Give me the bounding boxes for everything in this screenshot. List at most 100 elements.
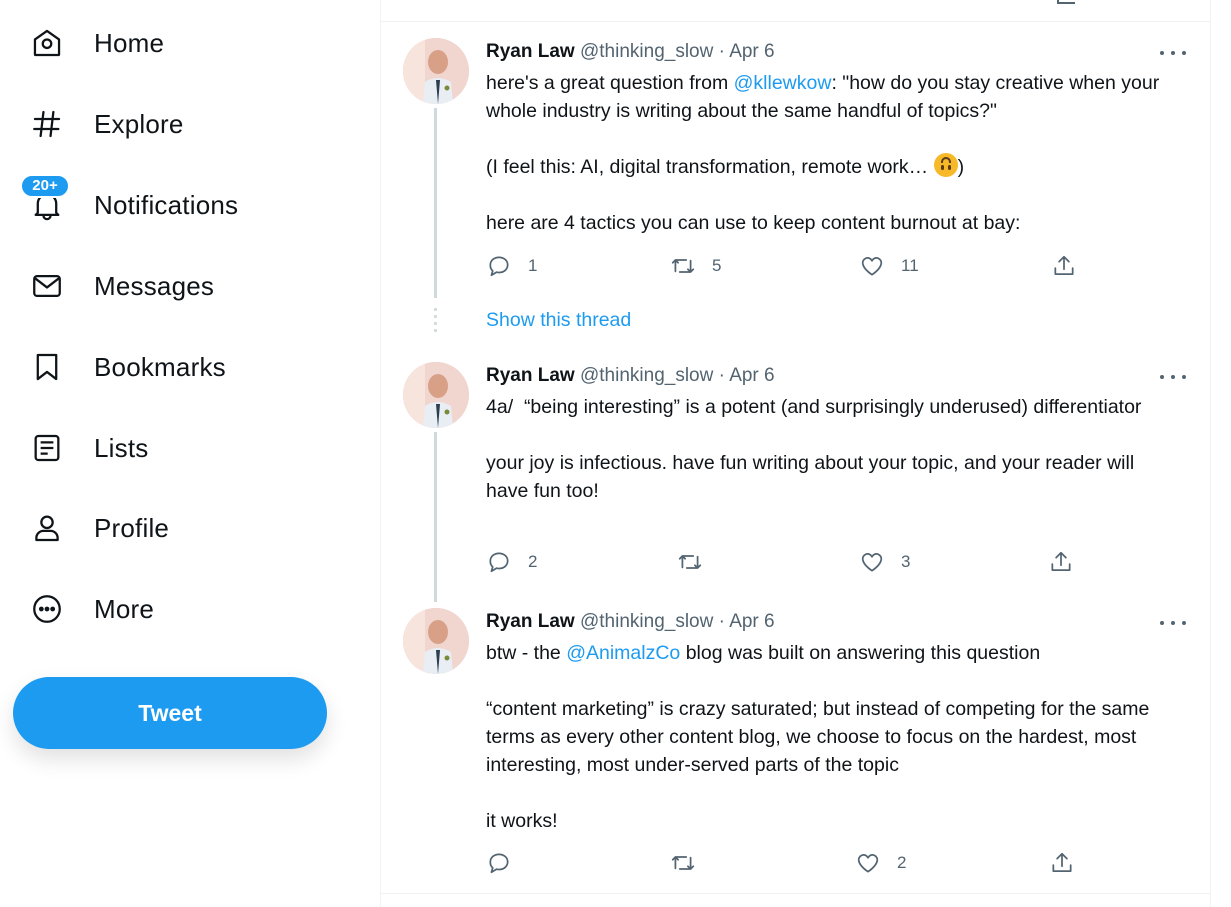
like-count: 11 — [901, 256, 919, 275]
tweet-actions: 1 5 11 — [486, 253, 1086, 279]
avatar[interactable] — [403, 608, 469, 674]
tweet-text: btw - the @AnimalzCo blog was built on a… — [486, 639, 1176, 835]
sidebar-item-messages[interactable]: Messages — [20, 258, 320, 314]
timeline-feed: Ryan Law @thinking_slow · Apr 6 here's a… — [380, 0, 1211, 907]
retweet-button[interactable] — [677, 549, 719, 575]
reply-button[interactable] — [486, 850, 528, 876]
sidebar-item-lists[interactable]: Lists — [20, 420, 320, 476]
reply-icon — [489, 256, 509, 277]
text-fragment: (I feel this: AI, digital transformation… — [486, 156, 934, 178]
tweet-paragraph: it works! — [486, 810, 558, 832]
tweet-paragraph: your joy is infectious. have fun writing… — [486, 452, 1140, 502]
like-count: 2 — [897, 853, 907, 872]
reply-count: 2 — [528, 552, 538, 571]
sidebar-item-label: Messages — [94, 271, 215, 301]
sidebar-item-bookmarks[interactable]: Bookmarks — [20, 339, 320, 395]
like-count: 3 — [901, 552, 911, 571]
tweet-header: Ryan Law @thinking_slow · Apr 6 — [486, 39, 775, 65]
like-button[interactable]: 11 — [859, 253, 919, 279]
sidebar-item-label: Bookmarks — [94, 352, 226, 382]
tweet-actions: 2 — [486, 850, 1086, 876]
divider — [381, 21, 1210, 22]
share-icon-partial — [1057, 0, 1075, 4]
retweet-button[interactable]: 5 — [670, 253, 721, 279]
tweet-header: Ryan Law @thinking_slow · Apr 6 — [486, 609, 775, 635]
tweet-date[interactable]: Apr 6 — [729, 611, 774, 632]
heart-icon — [861, 257, 883, 276]
divider — [381, 893, 1210, 894]
tweet-date[interactable]: Apr 6 — [729, 41, 774, 62]
reply-button[interactable]: 2 — [486, 549, 537, 575]
share-button[interactable] — [1051, 253, 1077, 279]
home-icon — [30, 26, 64, 60]
text-fragment: blog was built on answering this questio… — [680, 642, 1041, 664]
text-fragment: btw - the — [486, 642, 567, 664]
thread-connector — [434, 432, 437, 602]
sidebar-item-home[interactable]: Home — [20, 15, 320, 71]
separator: · — [718, 365, 725, 386]
tweet-paragraph: (I feel this: AI, digital transformation… — [486, 153, 1176, 181]
tweet-date[interactable]: Apr 6 — [729, 365, 774, 386]
more-options-icon[interactable] — [1160, 372, 1186, 382]
tweet-button[interactable]: Tweet — [13, 677, 327, 749]
retweet-icon — [671, 856, 695, 870]
envelope-icon — [30, 269, 64, 303]
reply-icon — [489, 853, 509, 874]
tweet-text: 4a/ “being interesting” is a potent (and… — [486, 393, 1176, 505]
sidebar-nav: Home Explore 20+ Notifications Messages — [0, 0, 380, 907]
author-handle[interactable]: @thinking_slow — [580, 41, 713, 62]
hashtag-icon — [30, 107, 64, 141]
reply-icon — [489, 552, 509, 573]
sidebar-item-label: Home — [94, 28, 165, 58]
share-icon — [1054, 255, 1074, 275]
author-handle[interactable]: @thinking_slow — [580, 611, 713, 632]
person-icon — [30, 511, 64, 545]
sidebar-item-profile[interactable]: Profile — [20, 500, 320, 556]
tweet-paragraph: 4a/ “being interesting” is a potent (and… — [486, 396, 1142, 418]
twitter-app: Home Explore 20+ Notifications Messages — [0, 0, 1231, 907]
thread-connector — [434, 108, 437, 298]
mention-link[interactable]: @kllewkow — [734, 72, 832, 94]
separator: · — [718, 611, 725, 632]
retweet-icon — [671, 259, 695, 273]
author-name[interactable]: Ryan Law — [486, 365, 575, 386]
tweet-paragraph: here are 4 tactics you can use to keep c… — [486, 212, 1021, 234]
author-name[interactable]: Ryan Law — [486, 611, 575, 632]
retweet-button[interactable] — [670, 850, 712, 876]
sidebar-item-label: Explore — [94, 109, 184, 139]
mention-link[interactable]: @AnimalzCo — [566, 642, 680, 664]
heart-icon — [861, 553, 883, 572]
author-name[interactable]: Ryan Law — [486, 41, 575, 62]
like-button[interactable]: 2 — [855, 850, 906, 876]
reply-count: 1 — [528, 256, 538, 275]
more-circle-icon — [30, 592, 64, 626]
sidebar-item-label: Profile — [94, 513, 170, 543]
share-button[interactable] — [1049, 850, 1075, 876]
tweet-paragraph: btw - the @AnimalzCo blog was built on a… — [486, 639, 1176, 667]
share-icon — [1051, 551, 1071, 571]
list-icon — [30, 431, 64, 465]
bookmark-icon — [30, 350, 64, 384]
author-handle[interactable]: @thinking_slow — [580, 365, 713, 386]
sidebar-item-more[interactable]: More — [20, 581, 320, 637]
avatar[interactable] — [403, 38, 469, 104]
sidebar-item-explore[interactable]: Explore — [20, 96, 320, 152]
like-button[interactable]: 3 — [859, 549, 910, 575]
sidebar-item-notifications[interactable]: 20+ Notifications — [20, 174, 320, 233]
more-options-icon[interactable] — [1160, 48, 1186, 58]
more-options-icon[interactable] — [1160, 618, 1186, 628]
share-button[interactable] — [1048, 549, 1074, 575]
text-fragment: here's a great question from — [486, 72, 734, 94]
tweet-text: here's a great question from @kllewkow: … — [486, 69, 1176, 237]
show-thread-link[interactable]: Show this thread — [486, 307, 631, 333]
separator: · — [718, 41, 725, 62]
avatar[interactable] — [403, 362, 469, 428]
sidebar-item-label: More — [94, 594, 155, 624]
reply-button[interactable]: 1 — [486, 253, 537, 279]
tweet-paragraph: here's a great question from @kllewkow: … — [486, 69, 1176, 125]
notifications-count-badge: 20+ — [20, 174, 70, 198]
